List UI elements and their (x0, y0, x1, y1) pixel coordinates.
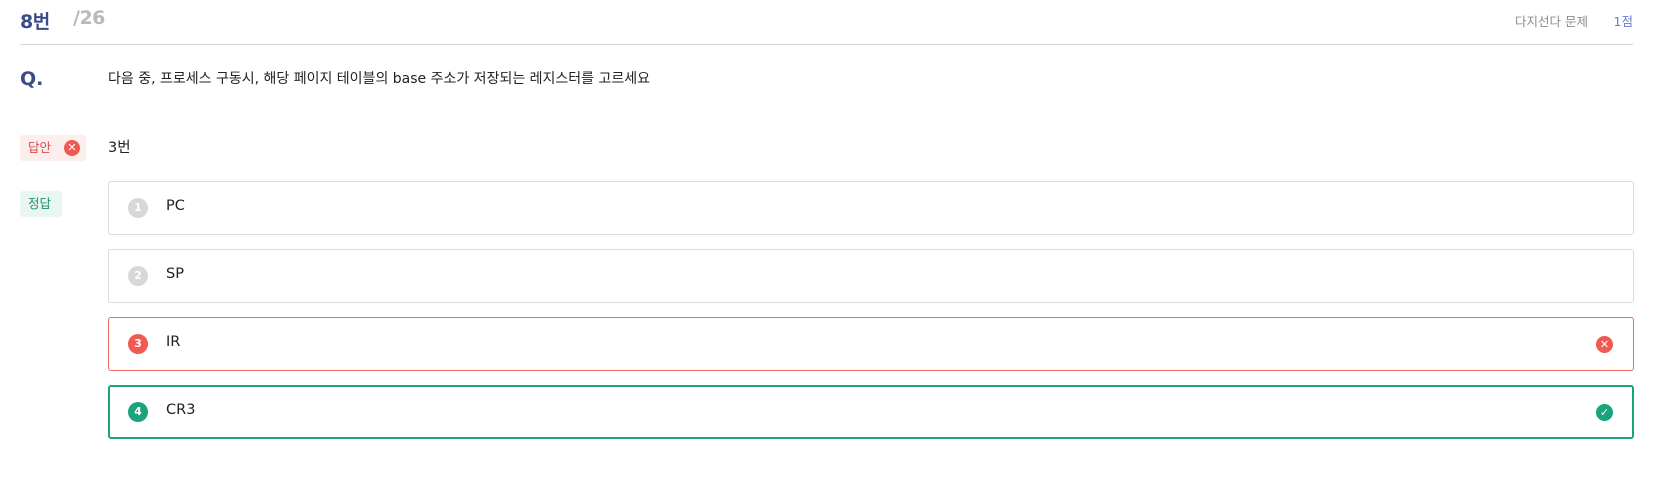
question-number: 8번 (20, 11, 50, 33)
question-score: 1점 (1613, 14, 1633, 29)
option-number: 1 (128, 198, 148, 218)
option-2[interactable]: 2 SP (108, 249, 1634, 303)
x-circle-icon: ✕ (64, 140, 80, 156)
question-header: 8번 /26 다지선다 문제 1점 (20, 0, 1633, 45)
option-1[interactable]: 1 PC (108, 181, 1634, 235)
option-number: 4 (128, 402, 148, 422)
question-marker: Q. (20, 68, 44, 90)
quiz-result-page: 8번 /26 다지선다 문제 1점 Q. 다음 중, 프로세스 구동시, 해당 … (0, 0, 1653, 484)
correct-badge-label: 정답 (28, 196, 52, 211)
answer-badge-label: 답안 (28, 140, 52, 155)
option-label: CR3 (166, 402, 196, 418)
check-circle-icon: ✓ (1596, 404, 1613, 421)
answer-badge: 답안 ✕ (20, 135, 86, 161)
question-total: /26 (73, 7, 105, 29)
option-number: 2 (128, 266, 148, 286)
question-type: 다지선다 문제 (1515, 14, 1588, 29)
correct-badge: 정답 (20, 191, 62, 217)
option-label: IR (166, 334, 181, 350)
option-label: SP (166, 266, 184, 282)
option-label: PC (166, 198, 185, 214)
question-text: 다음 중, 프로세스 구동시, 해당 페이지 테이블의 base 주소가 저장되… (108, 71, 651, 87)
x-circle-icon: ✕ (1596, 336, 1613, 353)
option-4[interactable]: 4 CR3 ✓ (108, 385, 1634, 439)
option-number: 3 (128, 334, 148, 354)
option-3[interactable]: 3 IR ✕ (108, 317, 1634, 371)
user-answer: 3번 (108, 140, 131, 156)
